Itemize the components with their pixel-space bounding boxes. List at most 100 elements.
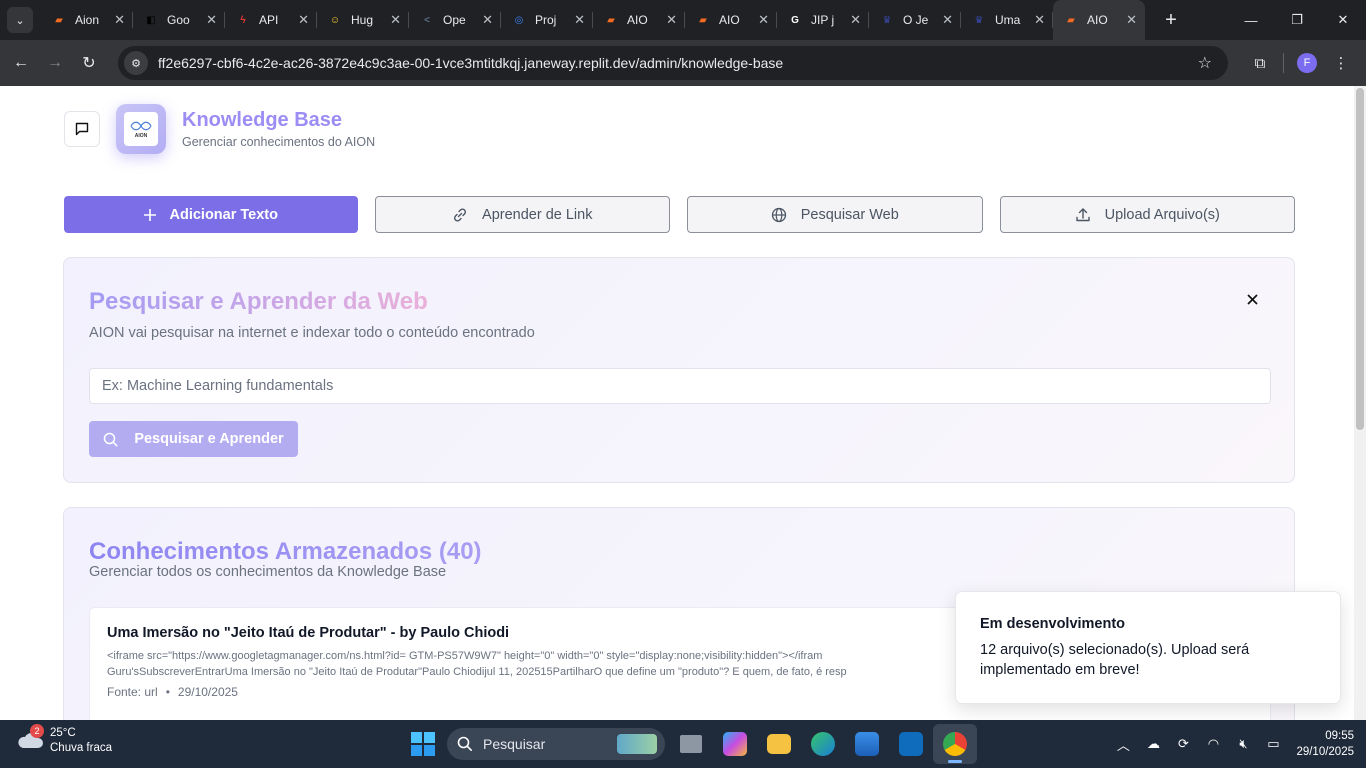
browser-tab[interactable]: ♛ O Je ✕	[869, 0, 961, 40]
window-controls: — ❐ ✕	[1228, 0, 1366, 40]
learn-from-link-button[interactable]: Aprender de Link	[374, 196, 670, 233]
edge-icon	[811, 732, 835, 756]
site-info-icon[interactable]: ⚙	[124, 51, 148, 75]
upload-icon	[1075, 207, 1090, 221]
page-scrollbar[interactable]	[1354, 86, 1366, 720]
taskbar-search[interactable]: Pesquisar	[447, 728, 665, 760]
address-bar[interactable]: ⚙ ff2e6297-cbf6-4c2e-ac26-3872e4c9c3ae-0…	[118, 46, 1228, 80]
clock-date: 29/10/2025	[1296, 746, 1354, 758]
profile-avatar: F	[1297, 53, 1317, 73]
browser-tab[interactable]: < Ope ✕	[409, 0, 501, 40]
browser-tab[interactable]: ϟ API ✕	[225, 0, 317, 40]
tab-title: AIO	[719, 13, 740, 27]
tab-close-icon[interactable]: ✕	[850, 12, 861, 28]
browser-tab[interactable]: ◧ Goo ✕	[133, 0, 225, 40]
copilot-app[interactable]	[713, 724, 757, 764]
close-icon	[1246, 293, 1258, 305]
weather-temperature: 25°C	[50, 727, 76, 739]
browser-tab[interactable]: ▰ Aion ✕	[41, 0, 133, 40]
tab-favicon-icon: ◧	[146, 14, 156, 26]
search-web-button[interactable]: Pesquisar Web	[687, 196, 983, 233]
scrollbar-thumb[interactable]	[1356, 88, 1364, 430]
aion-logo: AION	[116, 104, 166, 154]
add-text-button[interactable]: Adicionar Texto	[64, 196, 358, 233]
close-window-button[interactable]: ✕	[1320, 0, 1366, 40]
minimize-button[interactable]: —	[1228, 0, 1274, 40]
web-search-input[interactable]	[89, 368, 1271, 404]
close-panel-button[interactable]	[1244, 291, 1260, 307]
show-hidden-icons-chevron-icon[interactable]: ︿	[1108, 735, 1138, 754]
tab-favicon-icon: ♛	[974, 14, 984, 26]
tab-close-icon[interactable]: ✕	[1034, 12, 1045, 28]
tab-close-icon[interactable]: ✕	[482, 12, 493, 28]
browser-tab[interactable]: ♛ Uma ✕	[961, 0, 1053, 40]
tab-close-icon[interactable]: ✕	[942, 12, 953, 28]
outlook-app[interactable]	[889, 724, 933, 764]
onedrive-cloud-icon[interactable]: ☁	[1138, 736, 1168, 752]
weather-badge: 2	[30, 724, 44, 738]
tab-search-menu-button[interactable]: ⌄	[7, 7, 33, 33]
stored-knowledge-title: Conhecimentos Armazenados (40)	[89, 538, 482, 565]
battery-icon[interactable]: ▭	[1258, 736, 1288, 752]
tab-title: API	[259, 13, 279, 27]
search-icon	[457, 736, 472, 751]
bookmark-star-icon[interactable]: ☆	[1198, 53, 1212, 73]
page-header: AION Knowledge Base Gerenciar conhecimen…	[64, 104, 375, 154]
new-tab-button[interactable]: +	[1157, 9, 1185, 32]
start-button[interactable]	[403, 724, 443, 764]
browser-tab[interactable]: G JIP j ✕	[777, 0, 869, 40]
extensions-icon[interactable]: ⧉	[1243, 46, 1277, 80]
tab-close-icon[interactable]: ✕	[114, 12, 125, 28]
weather-widget[interactable]: 2 25°C Chuva fraca	[16, 724, 112, 756]
tab-close-icon[interactable]: ✕	[574, 12, 585, 28]
web-search-subtitle: AION vai pesquisar na internet e indexar…	[89, 325, 535, 341]
browser-menu-icon[interactable]: ⋮	[1324, 46, 1358, 80]
tab-close-icon[interactable]: ✕	[666, 12, 677, 28]
wifi-icon[interactable]: ◠	[1198, 736, 1228, 752]
browser-tab[interactable]: ▰ AIO ✕	[593, 0, 685, 40]
chat-icon	[75, 122, 89, 136]
search-highlight-image	[617, 734, 657, 754]
browser-tab[interactable]: ▰ AIO ✕	[1053, 0, 1145, 40]
tab-close-icon[interactable]: ✕	[390, 12, 401, 28]
back-button[interactable]: ←	[4, 46, 38, 80]
search-and-learn-button[interactable]: Pesquisar e Aprender	[89, 421, 298, 457]
tab-title: Ope	[443, 13, 466, 27]
tab-title: Hug	[351, 13, 374, 27]
browser-tab[interactable]: ◎ Proj ✕	[501, 0, 593, 40]
knowledge-item-date: 29/10/2025	[177, 685, 238, 699]
tab-favicon-icon: ◎	[514, 14, 524, 26]
chat-button[interactable]	[64, 111, 100, 147]
forward-button[interactable]: →	[38, 46, 72, 80]
store-app[interactable]	[845, 724, 889, 764]
copilot-icon	[723, 732, 747, 756]
edge-app[interactable]	[801, 724, 845, 764]
logo-text: AION	[134, 132, 148, 139]
knowledge-item-source: Fonte: url	[107, 685, 158, 699]
reload-button[interactable]: ↻	[72, 46, 106, 80]
profile-button[interactable]: F	[1290, 46, 1324, 80]
taskbar-clock[interactable]: 09:55 29/10/2025	[1296, 728, 1354, 760]
browser-tab[interactable]: ▰ AIO ✕	[685, 0, 777, 40]
sync-icon[interactable]: ⟳	[1168, 736, 1198, 752]
globe-icon	[771, 207, 786, 222]
weather-cloud-icon: 2	[16, 724, 44, 752]
page-subtitle: Gerenciar conhecimentos do AION	[182, 135, 376, 149]
tab-close-icon[interactable]: ✕	[206, 12, 217, 28]
speaker-muted-icon[interactable]: 🔇︎	[1228, 736, 1258, 752]
task-view-button[interactable]	[669, 724, 713, 764]
file-explorer-app[interactable]	[757, 724, 801, 764]
page-title: Knowledge Base	[182, 109, 343, 131]
browser-tab[interactable]: ☺ Hug ✕	[317, 0, 409, 40]
stored-knowledge-subtitle: Gerenciar todos os conhecimentos da Know…	[89, 564, 447, 580]
maximize-button[interactable]: ❐	[1274, 0, 1320, 40]
upload-files-button[interactable]: Upload Arquivo(s)	[999, 196, 1295, 233]
tab-title: AIO	[627, 13, 648, 27]
toast-message: 12 arquivo(s) selecionado(s). Upload ser…	[980, 642, 1250, 678]
tab-title: Proj	[535, 13, 557, 27]
tab-close-icon[interactable]: ✕	[758, 12, 769, 28]
tab-close-icon[interactable]: ✕	[298, 12, 309, 28]
tab-close-icon[interactable]: ✕	[1126, 12, 1137, 28]
chrome-app[interactable]	[933, 724, 977, 764]
search-web-label: Pesquisar Web	[800, 206, 899, 223]
